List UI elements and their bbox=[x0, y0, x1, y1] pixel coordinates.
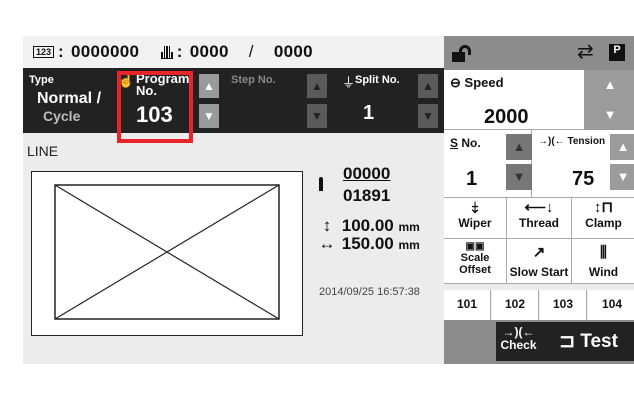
program-shortcut-104[interactable]: 104 bbox=[588, 290, 634, 320]
total-count: 0000000 bbox=[71, 42, 140, 61]
counter-icon: 123 bbox=[33, 46, 55, 58]
tension-label: →)(← Tension bbox=[538, 136, 605, 147]
scale-offset-button[interactable]: ▣▣ Scale Offset bbox=[444, 239, 507, 284]
tension-cell[interactable]: →)(← Tension 75 ▲ ▼ bbox=[532, 130, 634, 198]
dimension-x: ↔ 150.00 mm bbox=[317, 234, 420, 254]
datetime: 2014/09/25 16:57:38 bbox=[319, 286, 420, 298]
test-label: Test bbox=[580, 331, 618, 352]
step-up-button[interactable]: ▲ bbox=[307, 74, 327, 98]
split-no-label: Split No. bbox=[355, 74, 400, 86]
tension-label-text: Tension bbox=[567, 136, 606, 147]
counter-colon-2: : bbox=[176, 42, 183, 61]
wind-icon: ⫼ bbox=[600, 244, 607, 261]
program-shortcut-101[interactable]: 101 bbox=[444, 290, 491, 320]
stitch-counter: 00000 01891 bbox=[343, 164, 390, 206]
counter-slash: / bbox=[248, 42, 254, 61]
pattern-preview[interactable] bbox=[31, 171, 303, 336]
thread-button[interactable]: ⟵↓ Thread bbox=[507, 198, 572, 239]
thread-icon: ⟵↓ bbox=[524, 199, 554, 216]
wiper-icon: ⤈ bbox=[471, 199, 479, 216]
program-shortcut-103[interactable]: 103 bbox=[540, 290, 587, 320]
program-down-button[interactable]: ▼ bbox=[199, 104, 219, 128]
bobbin-counter-icon bbox=[161, 45, 173, 59]
type-value-normal: Normal / bbox=[37, 90, 102, 107]
dimension-y-value: 100.00 bbox=[341, 216, 394, 235]
program-shortcut-102[interactable]: 102 bbox=[492, 290, 539, 320]
slow-start-label: Slow Start bbox=[509, 265, 569, 279]
s-no-label-text: No. bbox=[461, 136, 481, 150]
split-no-value: 1 bbox=[363, 102, 375, 124]
step-no-field: Step No. ▲ ▼ bbox=[223, 68, 333, 133]
split-no-field[interactable]: ⏚ Split No. 1 ▲ ▼ bbox=[333, 68, 444, 133]
check-button[interactable]: →)(← Check bbox=[496, 322, 541, 361]
speed-label-text: Speed bbox=[464, 75, 504, 90]
dimension-x-unit: mm bbox=[398, 238, 420, 252]
horizontal-arrow-icon: ↔ bbox=[318, 234, 336, 253]
speed-value: 2000 bbox=[484, 106, 529, 128]
slow-start-button[interactable]: ↗ Slow Start bbox=[507, 239, 572, 284]
type-label: Type bbox=[29, 74, 54, 86]
split-up-button[interactable]: ▲ bbox=[418, 74, 438, 98]
step-no-label: Step No. bbox=[231, 74, 276, 86]
tension-up-button[interactable]: ▲ bbox=[610, 134, 634, 160]
s-no-cell[interactable]: S No. 1 ▲ ▼ bbox=[444, 130, 532, 198]
counter-colon: : bbox=[58, 42, 64, 61]
highlight-box bbox=[117, 71, 193, 143]
scale-offset-icon: ▣▣ bbox=[465, 241, 485, 252]
wiper-button[interactable]: ⤈ Wiper bbox=[444, 198, 507, 239]
scale-label: Scale bbox=[460, 252, 490, 264]
slow-start-icon: ↗ bbox=[532, 244, 546, 261]
stitch-total: 01891 bbox=[343, 186, 391, 205]
s-no-down-button[interactable]: ▼ bbox=[506, 164, 532, 190]
counter-bar: 123 : 0000000 : 0000 / 0000 bbox=[23, 36, 444, 68]
s-no-value: 1 bbox=[466, 168, 478, 190]
split-icon: ⏚ bbox=[342, 75, 356, 90]
speed-down-button[interactable]: ▼ bbox=[584, 100, 634, 130]
test-button[interactable]: ⊐ Test bbox=[541, 322, 634, 361]
wind-label: Wind bbox=[588, 265, 619, 279]
dimension-y-unit: mm bbox=[398, 220, 420, 234]
change-screen-icon[interactable]: ⇄ bbox=[577, 42, 594, 62]
check-label: Check bbox=[500, 338, 537, 352]
speed-label: ⊖ Speed bbox=[450, 75, 504, 91]
type-selector[interactable]: Type Normal / Cycle bbox=[23, 68, 108, 133]
tension-icon: →)(← bbox=[538, 136, 565, 147]
right-header: ⇄ P bbox=[444, 36, 634, 70]
split-down-button[interactable]: ▼ bbox=[418, 104, 438, 128]
unlock-icon[interactable] bbox=[452, 45, 472, 62]
clamp-button[interactable]: ↕⊓ Clamp bbox=[572, 198, 634, 239]
thread-label: Thread bbox=[518, 216, 559, 230]
speed-up-button[interactable]: ▲ bbox=[584, 70, 634, 100]
vertical-arrow-icon: ↕ bbox=[322, 216, 332, 235]
s-icon: S bbox=[450, 136, 459, 150]
bobbin-count: 0000 bbox=[189, 42, 229, 61]
offset-label: Offset bbox=[459, 264, 491, 276]
program-up-button[interactable]: ▲ bbox=[199, 74, 219, 98]
stitch-current: 00000 bbox=[343, 164, 391, 183]
bobbin-limit: 0000 bbox=[273, 42, 313, 61]
needle-icon bbox=[319, 177, 323, 191]
p-mode-icon[interactable]: P bbox=[609, 44, 625, 61]
speed-icon: ⊖ bbox=[450, 75, 461, 90]
type-value-cycle: Cycle bbox=[43, 108, 81, 124]
pattern-shape bbox=[54, 184, 280, 320]
tension-value: 75 bbox=[572, 168, 595, 190]
wiper-label: Wiper bbox=[458, 216, 492, 230]
tension-down-button[interactable]: ▼ bbox=[610, 164, 634, 190]
clamp-label: Clamp bbox=[585, 216, 622, 230]
clamp-icon: ↕⊓ bbox=[593, 199, 614, 216]
s-no-label: S No. bbox=[450, 136, 481, 150]
pattern-name: LINE bbox=[27, 143, 59, 159]
test-icon: ⊐ bbox=[559, 331, 575, 352]
s-no-up-button[interactable]: ▲ bbox=[506, 134, 532, 160]
step-down-button[interactable]: ▼ bbox=[307, 104, 327, 128]
dimension-x-value: 150.00 bbox=[341, 234, 394, 253]
speed-cell[interactable]: ⊖ Speed 2000 ▲ ▼ bbox=[444, 70, 634, 130]
param-bar: Type Normal / Cycle ☝ Program No. 103 ▲ … bbox=[23, 68, 444, 133]
dimension-y: ↕ 100.00 mm bbox=[317, 216, 420, 236]
wind-button[interactable]: ⫼ Wind bbox=[572, 239, 634, 284]
sewing-machine-panel: 123 : 0000000 : 0000 / 0000 ⇄ P Type Nor… bbox=[23, 36, 634, 364]
